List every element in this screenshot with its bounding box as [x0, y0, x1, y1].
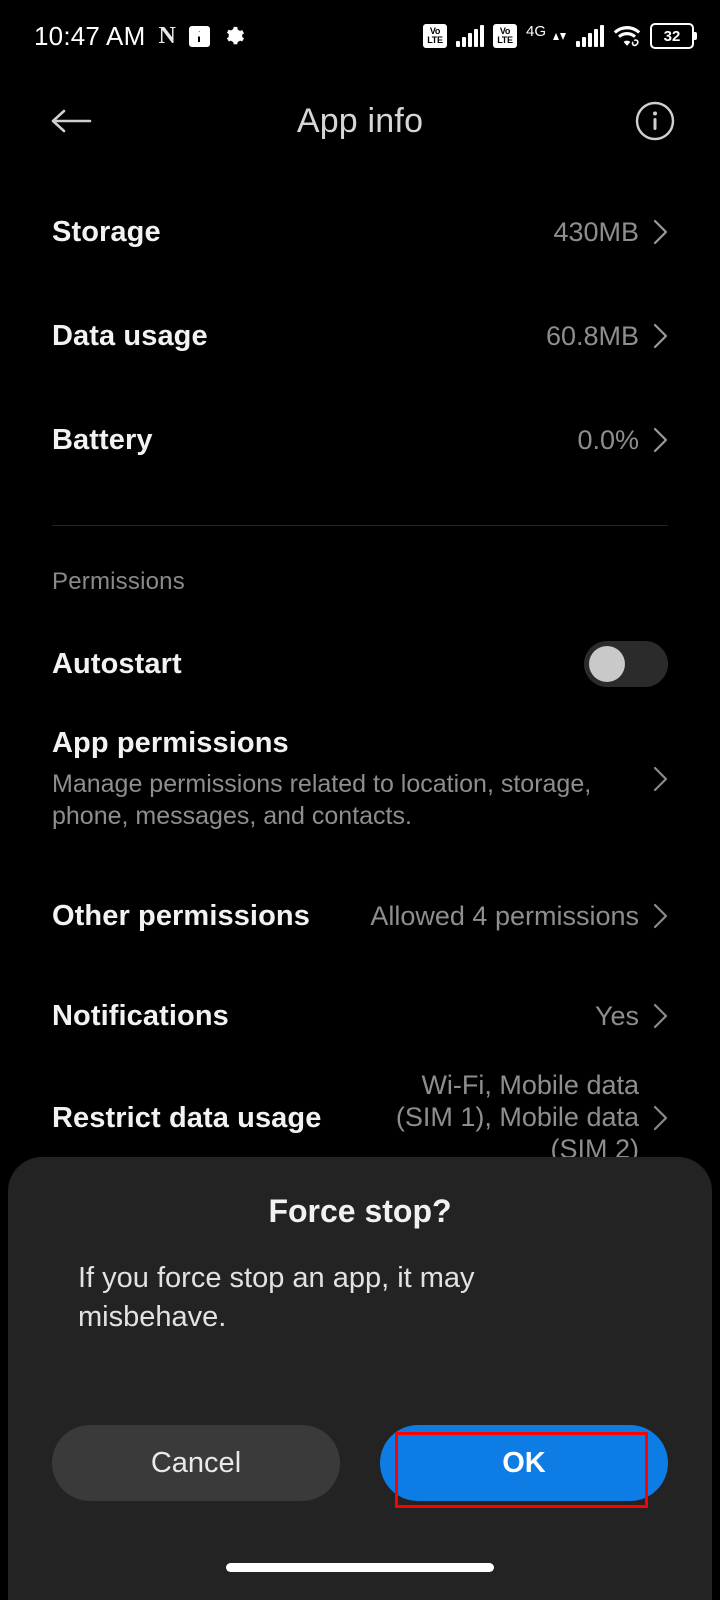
signal-bars-icon-sim1: [455, 25, 484, 47]
chevron-right-icon: [653, 903, 668, 929]
status-clock: 10:47 AM: [34, 21, 146, 51]
dialog-button-row: Cancel OK: [52, 1425, 668, 1501]
row-notifications-title: Notifications: [52, 999, 229, 1032]
volte-bottom-text-2: LTE: [497, 35, 513, 45]
row-restrict-data-usage-title: Restrict data usage: [52, 1101, 322, 1134]
row-other-permissions-title: Other permissions: [52, 899, 310, 932]
row-data-usage[interactable]: Data usage 60.8MB: [0, 284, 720, 388]
volte-icon-sim1: Vo LTE: [422, 24, 447, 48]
network-type-label: 4G: [525, 23, 546, 40]
row-other-permissions[interactable]: Other permissions Allowed 4 permissions: [0, 866, 720, 966]
chevron-right-icon: [653, 766, 668, 792]
info-button[interactable]: [632, 98, 678, 144]
row-notifications-value: Yes: [594, 1000, 639, 1031]
back-button[interactable]: [40, 90, 102, 152]
signal-bars-icon-sim2: [576, 25, 604, 47]
row-restrict-data-usage-right: Wi-Fi, Mobile data (SIM 1), Mobile data …: [359, 1070, 668, 1166]
back-arrow-icon: [51, 109, 92, 133]
row-data-usage-value: 60.8MB: [545, 320, 639, 351]
page-title: App info: [296, 101, 424, 140]
row-storage-value: 430MB: [553, 216, 639, 247]
row-restrict-data-usage[interactable]: Restrict data usage Wi-Fi, Mobile data (…: [0, 1066, 720, 1170]
row-battery-value: 0.0%: [577, 424, 639, 455]
home-indicator[interactable]: [226, 1563, 494, 1572]
chevron-right-icon: [653, 323, 668, 349]
chevron-right-icon: [653, 427, 668, 453]
row-app-permissions-title: App permissions: [52, 726, 289, 759]
netflix-n-icon: N: [158, 23, 176, 49]
row-autostart[interactable]: Autostart: [0, 614, 720, 714]
row-storage-right: 430MB: [553, 217, 668, 248]
upload-icon: [188, 25, 210, 47]
row-app-permissions-right: [653, 766, 668, 792]
chevron-right-icon: [653, 1105, 668, 1131]
row-battery-title: Battery: [52, 423, 153, 456]
row-data-usage-title: Data usage: [52, 319, 208, 352]
app-bar: App info: [0, 80, 720, 162]
phone-screen: 10:47 AM N Vo LTE Vo LTE 4G 32 App info …: [0, 0, 720, 1600]
volte-icon-sim2: Vo LTE: [492, 24, 517, 48]
chevron-right-icon: [653, 1003, 668, 1029]
ok-button[interactable]: OK: [380, 1425, 668, 1501]
toggle-knob: [589, 646, 625, 682]
chevron-right-icon: [653, 219, 668, 245]
info-icon: [635, 101, 675, 141]
force-stop-dialog: Force stop? If you force stop an app, it…: [8, 1157, 712, 1600]
status-bar-right: Vo LTE Vo LTE 4G 32: [422, 23, 697, 49]
row-app-permissions-subtitle: Manage permissions related to location, …: [52, 769, 592, 830]
row-storage[interactable]: Storage 430MB: [0, 180, 720, 284]
wifi-icon: [613, 26, 641, 47]
row-restrict-data-usage-value: Wi-Fi, Mobile data (SIM 1), Mobile data …: [395, 1070, 639, 1164]
data-arrows-icon: [553, 32, 566, 40]
row-battery[interactable]: Battery 0.0%: [0, 388, 720, 492]
row-autostart-title: Autostart: [52, 647, 182, 680]
permissions-section-label: Permissions: [52, 568, 185, 595]
dialog-title: Force stop?: [268, 1193, 452, 1229]
row-other-permissions-value: Allowed 4 permissions: [370, 900, 639, 931]
dialog-message: If you force stop an app, it may misbeha…: [78, 1262, 475, 1334]
cancel-button[interactable]: Cancel: [52, 1425, 340, 1501]
row-battery-right: 0.0%: [577, 425, 668, 456]
row-app-permissions[interactable]: App permissions Manage permissions relat…: [0, 714, 720, 844]
status-bar-left: 10:47 AM N: [34, 23, 245, 49]
row-other-permissions-right: Allowed 4 permissions: [370, 901, 668, 932]
row-notifications-right: Yes: [595, 1001, 668, 1032]
autostart-toggle[interactable]: [584, 641, 668, 687]
battery-level-text: 32: [663, 27, 681, 45]
row-storage-title: Storage: [52, 215, 161, 248]
row-notifications[interactable]: Notifications Yes: [0, 966, 720, 1066]
row-data-usage-right: 60.8MB: [546, 321, 668, 352]
settings-list: Storage 430MB Data usage 60.8MB Battery …: [0, 180, 720, 1170]
volte-bottom-text: LTE: [427, 35, 443, 45]
status-bar: 10:47 AM N Vo LTE Vo LTE 4G 32: [0, 0, 720, 72]
gear-icon: [226, 26, 244, 45]
battery-icon: 32: [650, 23, 697, 49]
row-app-permissions-text: App permissions Manage permissions relat…: [52, 727, 592, 832]
